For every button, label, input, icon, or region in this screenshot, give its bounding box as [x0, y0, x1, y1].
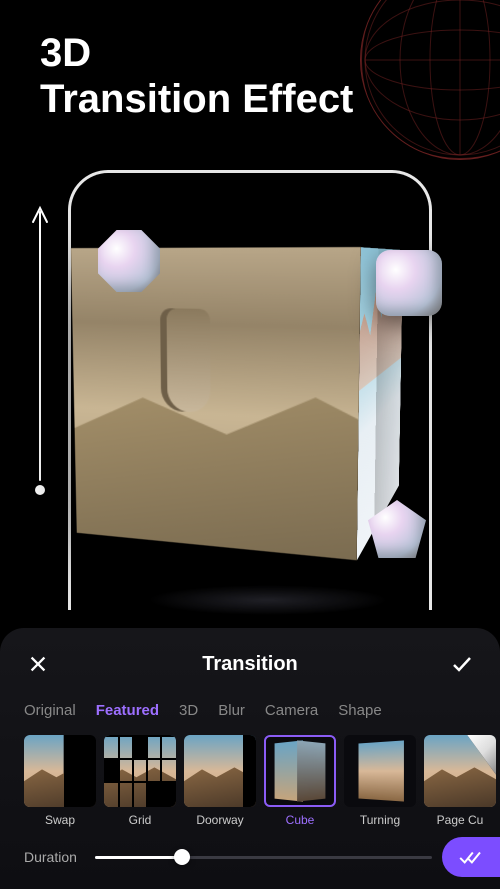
feature-headline: 3D Transition Effect	[40, 30, 353, 122]
close-button[interactable]	[24, 650, 52, 678]
duration-slider[interactable]	[95, 847, 432, 867]
transition-effects-strip[interactable]: Swap Grid Doorway Cube Turning Page Cu	[0, 735, 500, 827]
effect-label: Swap	[24, 813, 96, 827]
headline-line2: Transition Effect	[40, 77, 353, 121]
effect-thumbnail	[24, 735, 96, 807]
tab-featured[interactable]: Featured	[96, 702, 159, 719]
apply-all-button[interactable]	[442, 837, 500, 877]
effect-thumbnail	[424, 735, 496, 807]
transition-preview	[68, 160, 432, 610]
globe-decoration	[360, 0, 500, 160]
headline-line1: 3D	[40, 31, 91, 75]
effect-grid[interactable]: Grid	[104, 735, 176, 827]
effect-thumbnail	[104, 735, 176, 807]
close-icon	[27, 653, 49, 675]
floating-gem-icon	[376, 250, 442, 316]
panel-title: Transition	[202, 653, 298, 676]
cube-face-left	[71, 247, 361, 560]
duration-label: Duration	[24, 849, 77, 865]
effect-doorway[interactable]: Doorway	[184, 735, 256, 827]
effect-thumbnail	[184, 735, 256, 807]
tab-3d[interactable]: 3D	[179, 702, 198, 719]
double-check-icon	[458, 848, 484, 866]
vertical-arrow-indicator	[30, 200, 50, 500]
slider-thumb[interactable]	[174, 849, 190, 865]
effect-label: Cube	[264, 813, 336, 827]
effect-cube[interactable]: Cube	[264, 735, 336, 827]
effect-label: Grid	[104, 813, 176, 827]
effect-turning[interactable]: Turning	[344, 735, 416, 827]
transition-category-tabs: Original Featured 3D Blur Camera Shape	[0, 702, 500, 719]
effect-label: Doorway	[184, 813, 256, 827]
check-icon	[450, 652, 474, 676]
confirm-button[interactable]	[448, 650, 476, 678]
transition-panel: Transition Original Featured 3D Blur Camera S…	[0, 628, 500, 889]
effect-label: Turning	[344, 813, 416, 827]
cube-transition-illustration	[88, 200, 412, 540]
tab-shape[interactable]: Shape	[338, 702, 381, 719]
tab-blur[interactable]: Blur	[218, 702, 245, 719]
effect-page[interactable]: Page Cu	[424, 735, 496, 827]
effect-thumbnail	[264, 735, 336, 807]
effect-swap[interactable]: Swap	[24, 735, 96, 827]
tab-original[interactable]: Original	[24, 702, 76, 719]
effect-label: Page Cu	[424, 813, 496, 827]
effect-thumbnail	[344, 735, 416, 807]
tab-camera[interactable]: Camera	[265, 702, 318, 719]
